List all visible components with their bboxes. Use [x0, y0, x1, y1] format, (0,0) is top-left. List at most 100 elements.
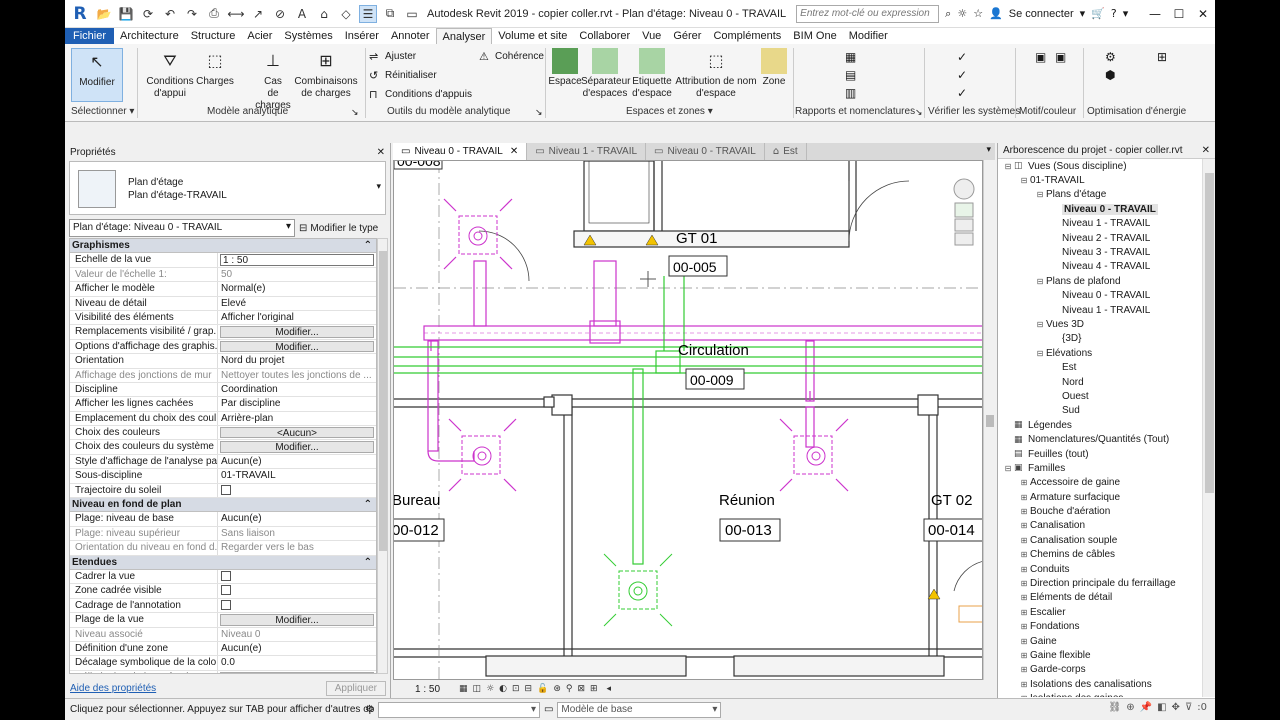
expand-icon[interactable]: ⊞ — [1018, 694, 1030, 697]
check-pipe-icon[interactable]: ✓ — [957, 68, 967, 82]
expand-icon[interactable]: ⊞ — [1018, 680, 1030, 689]
view-tab[interactable]: ▭ Niveau 1 - TRAVAIL — [527, 143, 647, 160]
adjust-button[interactable]: ⇌ Ajuster — [369, 50, 416, 63]
chevron-down-icon[interactable]: ▾ — [376, 182, 381, 192]
ribbon-tab-0[interactable]: Fichier — [65, 28, 115, 44]
ribbon-tab-12[interactable]: Compléments — [707, 28, 787, 44]
property-value[interactable]: Aucun(e) — [218, 512, 376, 525]
browser-node[interactable]: Niveau 1 - TRAVAIL — [998, 303, 1202, 317]
space-tag-button[interactable]: Etiquette d'espace — [629, 48, 675, 100]
browser-node[interactable]: Niveau 4 - TRAVAIL — [998, 260, 1202, 274]
property-edit-button[interactable]: Modifier... — [220, 614, 374, 626]
property-row[interactable]: Niveau de détail Elevé — [70, 296, 376, 311]
print-icon[interactable]: ⎙ — [205, 5, 223, 23]
workset-icon[interactable]: ⚙ — [365, 704, 374, 715]
expand-icon[interactable]: ⊞ — [1018, 478, 1030, 487]
select-links-icon[interactable]: ⛓ — [1109, 702, 1122, 713]
collapse-icon[interactable]: ⊟ — [1002, 464, 1014, 473]
property-row[interactable]: Cadrer la vue — [70, 569, 376, 585]
loads-button[interactable]: ⬚ Charges — [195, 48, 235, 88]
heating-loads-icon[interactable]: ⊞ — [1157, 50, 1167, 64]
browser-node[interactable]: ⊟ Plans d'étage — [998, 188, 1202, 202]
view-vertical-scrollbar[interactable] — [983, 160, 995, 680]
property-value[interactable]: 0.0 — [218, 656, 376, 669]
expand-icon[interactable]: ⊞ — [1018, 493, 1030, 502]
browser-node[interactable]: ⊞ Gaine flexible — [998, 648, 1202, 662]
properties-scrollbar[interactable] — [377, 238, 388, 674]
switch-windows-icon[interactable]: ▭ — [403, 5, 421, 23]
property-row[interactable]: Emplacement du choix des coul... Arrière-… — [70, 411, 376, 427]
apply-button[interactable]: Appliquer — [325, 680, 386, 696]
browser-node[interactable]: Est — [998, 360, 1202, 374]
property-value[interactable]: 01-TRAVAIL — [218, 469, 376, 482]
modify-button[interactable]: ↖ Modifier — [71, 48, 123, 102]
navigation-bar[interactable] — [953, 178, 975, 246]
ribbon-tab-6[interactable]: Annoter — [385, 28, 436, 44]
chevron-down-icon[interactable]: ▾ — [1080, 7, 1086, 20]
close-icon[interactable]: ✕ — [1202, 145, 1210, 156]
load-combinations-button[interactable]: ⊞ Combinaisons de charges — [293, 48, 359, 100]
shadows-icon[interactable]: ◐ — [499, 684, 507, 694]
property-edit-button[interactable]: Modifier... — [220, 326, 374, 338]
checkbox[interactable] — [221, 484, 231, 495]
properties-help-link[interactable]: Aide des propriétés — [70, 683, 156, 694]
close-hidden-icon[interactable]: ⧉ — [381, 5, 399, 23]
load-cases-button[interactable]: ⊥ Cas de charges — [251, 48, 295, 112]
search-input[interactable]: Entrez mot-clé ou expression — [796, 4, 940, 23]
ribbon-tab-10[interactable]: Vue — [636, 28, 667, 44]
browser-node[interactable]: ⊟ ▣ Familles — [998, 461, 1202, 475]
expand-icon[interactable]: ⊞ — [1018, 521, 1030, 530]
property-group-header[interactable]: Etendues ⌃ — [70, 555, 376, 570]
close-icon[interactable]: ✕ — [1191, 0, 1215, 28]
checkbox[interactable] — [221, 570, 231, 581]
property-row[interactable]: Orientation Nord du projet — [70, 354, 376, 369]
support-conditions-button[interactable]: ⊓ Conditions d'appuis — [369, 88, 472, 101]
property-row[interactable]: Plage de la vue Modifier... — [70, 613, 376, 628]
view-tab[interactable]: ▭ Niveau 0 - TRAVAIL — [646, 143, 765, 160]
property-row[interactable]: Afficher les lignes cachées Par disciplin… — [70, 397, 376, 412]
scroll-thumb[interactable] — [1205, 173, 1214, 493]
property-value[interactable]: Normal(e) — [218, 282, 376, 295]
browser-node[interactable]: Niveau 2 - TRAVAIL — [998, 231, 1202, 245]
revit-logo[interactable]: R — [69, 3, 91, 25]
property-value[interactable]: Coordination — [218, 383, 376, 396]
section-icon[interactable]: ◇ — [337, 5, 355, 23]
panel-launcher-icon[interactable]: ↘ — [351, 108, 359, 118]
property-value[interactable]: Aucun(e) — [218, 455, 376, 468]
type-selector[interactable]: Plan d'étage Plan d'étage-TRAVAIL ▾ — [69, 161, 386, 215]
ribbon-tab-9[interactable]: Collaborer — [573, 28, 636, 44]
expand-icon[interactable]: ⊞ — [1018, 579, 1030, 588]
ribbon-tab-4[interactable]: Systèmes — [278, 28, 338, 44]
property-row[interactable]: Définition d'une zone Aucun(e) — [70, 641, 376, 657]
select-pinned-icon[interactable]: 📌 — [1140, 702, 1152, 713]
instance-filter-dropdown[interactable]: Plan d'étage: Niveau 0 - TRAVAIL — [69, 219, 295, 237]
lock-view-icon[interactable]: 🔓 — [537, 684, 548, 694]
sync-icon[interactable]: ⟳ — [139, 5, 157, 23]
checkbox[interactable] — [221, 585, 231, 596]
property-row[interactable]: Délimitation de la profondeurAucune déli… — [70, 670, 376, 673]
design-option-dropdown[interactable]: Modèle de base — [557, 701, 722, 718]
panel-launcher-icon[interactable]: ↘ — [535, 108, 543, 118]
property-row[interactable]: Style d'affichage de l'analyse pa... Aucu… — [70, 454, 376, 470]
browser-node[interactable]: ⊞ Fondations — [998, 620, 1202, 634]
thin-lines-icon[interactable]: ☰ — [359, 4, 377, 23]
property-group-header[interactable]: Graphismes ⌃ — [70, 239, 376, 254]
scroll-thumb[interactable] — [379, 251, 387, 551]
property-value-field[interactable]: 1 : 50 — [220, 254, 374, 266]
property-row[interactable]: Trajectoire du soleil — [70, 483, 376, 499]
collapse-icon[interactable]: ⊟ — [1034, 277, 1046, 286]
cart-icon[interactable]: 🛒 — [1091, 7, 1105, 20]
property-row[interactable]: Plage: niveau de base Aucun(e) — [70, 512, 376, 527]
expand-icon[interactable]: ⊞ — [1018, 507, 1030, 516]
browser-node[interactable]: ⊞ Accessoire de gaine — [998, 476, 1202, 490]
browser-node[interactable]: Ouest — [998, 389, 1202, 403]
collapse-icon[interactable]: ⊟ — [1034, 349, 1046, 358]
browser-node[interactable]: ⊞ Gaine — [998, 634, 1202, 648]
open-icon[interactable]: 📂 — [95, 5, 113, 23]
ribbon-tab-3[interactable]: Acier — [241, 28, 278, 44]
panel-launcher-icon[interactable]: ↘ — [915, 108, 923, 118]
property-row[interactable]: Visibilité des éléments Afficher l'origin… — [70, 310, 376, 326]
select-by-face-icon[interactable]: ◧ — [1157, 702, 1166, 713]
browser-node[interactable]: ⊟ ◫ Vues (Sous discipline) — [998, 159, 1202, 173]
analytical-model-icon[interactable]: ⊠ — [577, 684, 585, 694]
